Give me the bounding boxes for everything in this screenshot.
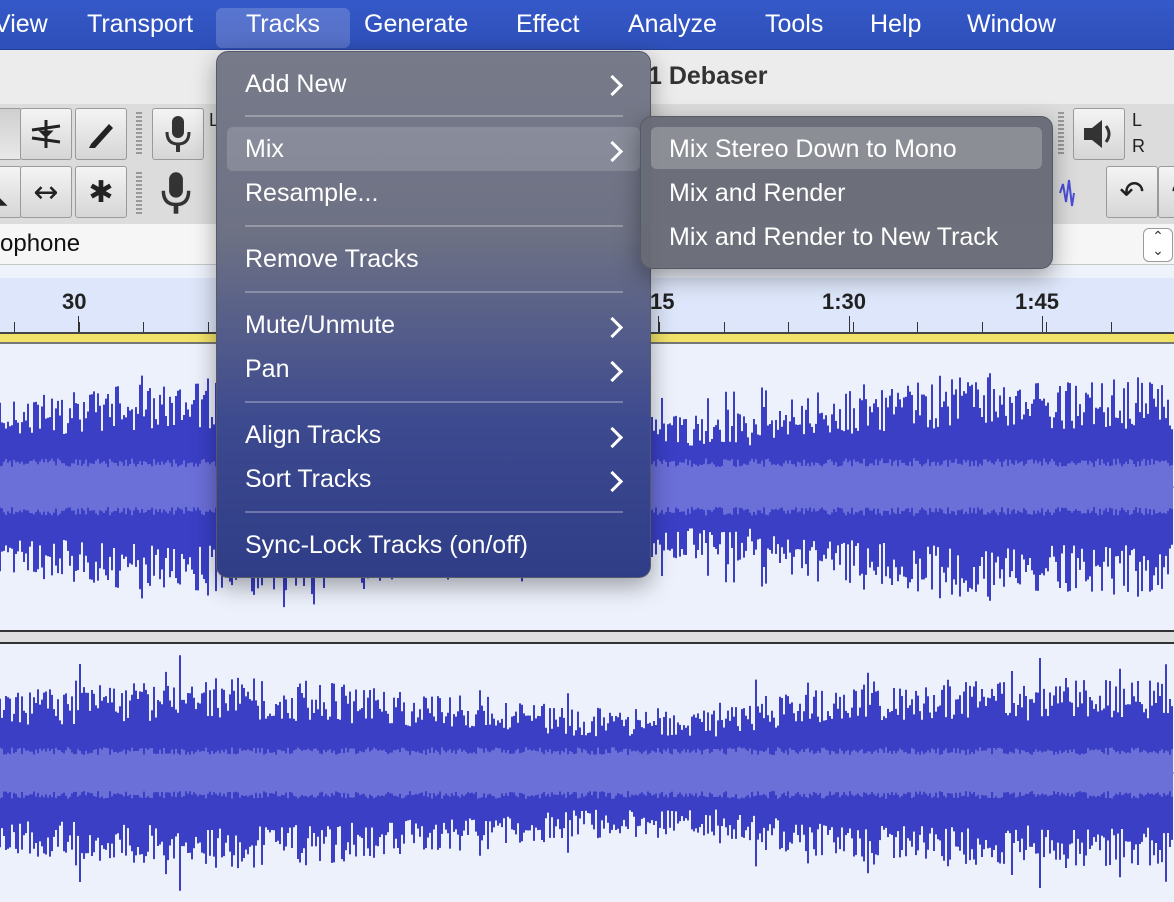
ruler-major-tick — [78, 316, 79, 332]
pencil-icon — [89, 124, 113, 148]
menu-item-align-tracks[interactable]: Align Tracks — [245, 415, 381, 455]
ruler-tick — [143, 322, 144, 332]
record-mic-icon — [156, 170, 196, 221]
ruler-label: 1:30 — [822, 289, 867, 314]
menu-transport[interactable]: Transport — [87, 8, 193, 48]
menu-effect[interactable]: Effect — [516, 8, 579, 48]
toolbar-grip[interactable] — [136, 112, 142, 154]
ruler-tick — [659, 322, 660, 332]
menu-item-mix-and-render[interactable]: Mix and Render — [669, 173, 845, 213]
undo-icon: ↶ — [1119, 174, 1145, 210]
selection-tool-button[interactable]: I — [0, 108, 22, 160]
menu-tools[interactable]: Tools — [765, 8, 823, 48]
record-meter-button[interactable] — [152, 108, 204, 160]
microphone-icon — [161, 172, 191, 214]
ruler-label: 15 — [650, 289, 675, 314]
menu-divider — [245, 115, 623, 117]
mini-waveform-icon — [1058, 176, 1076, 210]
multi-tool-button[interactable]: ✱ — [75, 166, 127, 218]
ruler-tick — [917, 322, 918, 332]
playback-meter-button[interactable] — [1073, 108, 1125, 160]
menu-divider — [245, 511, 623, 513]
ruler-major-tick — [658, 316, 659, 332]
ruler-tick — [853, 322, 854, 332]
menu-divider — [245, 291, 623, 293]
window-title: 1 Debaser — [648, 62, 768, 90]
draw-tool-button[interactable] — [75, 108, 127, 160]
chevron-right-icon — [601, 470, 624, 493]
toolbar-grip[interactable] — [1058, 112, 1064, 154]
menu-divider — [245, 225, 623, 227]
ruler-major-tick — [1042, 316, 1043, 332]
redo-button[interactable]: ↷ — [1158, 166, 1174, 218]
menu-tracks[interactable]: Tracks — [216, 8, 350, 48]
menu-item-pan[interactable]: Pan — [245, 349, 289, 389]
chevron-up-down-icon: ⌃ ⌄ — [1152, 228, 1164, 258]
playback-meter-right-label: R — [1132, 136, 1145, 156]
menu-help[interactable]: Help — [870, 8, 921, 48]
ruler-major-tick — [849, 316, 850, 332]
menu-item-mix-stereo-down-to-mono[interactable]: Mix Stereo Down to Mono — [669, 129, 957, 169]
asterisk-icon: ✱ — [88, 174, 114, 210]
microphone-icon — [165, 116, 191, 152]
ruler-tick — [79, 322, 80, 332]
timeshift-tool-button[interactable]: ↔ — [20, 166, 72, 218]
recording-device-select[interactable]: ophone — [0, 230, 80, 258]
ruler-tick — [1046, 322, 1047, 332]
toolbar-grip[interactable] — [136, 172, 142, 214]
ruler-tick — [788, 322, 789, 332]
ruler-tick — [982, 322, 983, 332]
undo-button[interactable]: ↶ — [1106, 166, 1158, 218]
device-select-stepper[interactable]: ⌃ ⌄ — [1143, 228, 1173, 262]
menu-analyze[interactable]: Analyze — [628, 8, 717, 48]
double-arrow-icon: ↔ — [33, 174, 59, 210]
audio-track-right-channel[interactable] — [0, 644, 1174, 902]
menu-item-sort-tracks[interactable]: Sort Tracks — [245, 459, 371, 499]
envelope-icon — [31, 120, 61, 148]
ruler-tick — [14, 322, 15, 332]
channel-separator[interactable] — [0, 630, 1174, 644]
menu-item-mix[interactable]: Mix — [245, 129, 284, 169]
menu-divider — [245, 401, 623, 403]
chevron-right-icon — [601, 316, 624, 339]
ruler-tick — [208, 322, 209, 332]
menu-item-highlight — [227, 127, 640, 171]
menu-item-remove-tracks[interactable]: Remove Tracks — [245, 239, 419, 279]
menu-bar: View Transport Tracks Generate Effect An… — [0, 0, 1174, 50]
ruler-tick — [1111, 322, 1112, 332]
chevron-right-icon — [601, 426, 624, 449]
menu-item-add-new[interactable]: Add New — [245, 64, 346, 104]
speaker-icon — [1084, 120, 1111, 148]
tracks-menu: Add New Mix Resample... Remove Tracks Mu… — [216, 51, 651, 578]
envelope-tool-button[interactable] — [20, 108, 72, 160]
zoom-tool-button[interactable]: ◣ — [0, 166, 22, 218]
ruler-label: 30 — [62, 289, 87, 314]
chevron-right-icon — [601, 360, 624, 383]
zoom-icon: ◣ — [0, 175, 8, 210]
menu-item-sync-lock[interactable]: Sync-Lock Tracks (on/off) — [245, 525, 528, 565]
mix-submenu: Mix Stereo Down to Mono Mix and Render M… — [640, 116, 1053, 269]
menu-item-mute-unmute[interactable]: Mute/Unmute — [245, 305, 395, 345]
ruler-label: 1:45 — [1015, 289, 1060, 314]
menu-view[interactable]: View — [0, 8, 48, 48]
waveform — [0, 655, 1174, 891]
menu-window[interactable]: Window — [967, 8, 1056, 48]
menu-item-resample[interactable]: Resample... — [245, 173, 378, 213]
menu-generate[interactable]: Generate — [364, 8, 468, 48]
ruler-tick — [724, 322, 725, 332]
menu-item-mix-and-render-new-track[interactable]: Mix and Render to New Track — [669, 217, 998, 257]
chevron-right-icon — [601, 74, 624, 97]
playback-meter-left-label: L — [1132, 110, 1143, 130]
